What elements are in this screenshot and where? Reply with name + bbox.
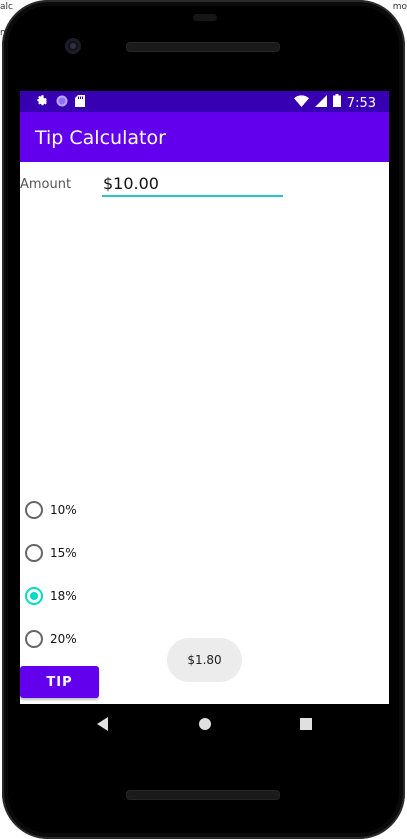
earpiece-slot — [193, 14, 217, 21]
app-bar: Tip Calculator — [20, 112, 389, 162]
tip-option-15[interactable]: 15% — [25, 543, 77, 563]
home-icon[interactable] — [198, 717, 212, 736]
top-speaker-grille — [126, 42, 280, 52]
tip-button-label: TIP — [46, 674, 73, 690]
amount-input[interactable]: $10.00 — [102, 171, 283, 197]
status-icons-left — [36, 94, 85, 112]
battery-icon — [332, 94, 341, 112]
back-icon[interactable] — [97, 717, 109, 736]
toast-text: $1.80 — [187, 653, 222, 667]
radio-button[interactable] — [25, 501, 43, 519]
background-text-fragment: alc — [0, 2, 13, 12]
amount-label: Amount — [20, 177, 72, 192]
app-title: Tip Calculator — [35, 127, 166, 149]
wifi-icon — [293, 94, 309, 112]
tip-option-label: 18% — [50, 589, 77, 603]
app-screen: 7:53 Tip Calculator Amount $10.00 10% 15… — [20, 91, 389, 704]
tip-option-20[interactable]: 20% — [25, 629, 77, 649]
tip-option-label: 20% — [50, 632, 77, 646]
circle-icon — [56, 94, 68, 112]
radio-button[interactable] — [25, 544, 43, 562]
tip-result-toast: $1.80 — [167, 638, 242, 682]
overview-icon[interactable] — [300, 717, 312, 735]
tip-option-10[interactable]: 10% — [25, 500, 77, 520]
bottom-speaker-grille — [126, 790, 280, 800]
background-text-fragment: mo — [392, 2, 407, 12]
signal-icon — [314, 94, 327, 112]
tip-option-18[interactable]: 18% — [25, 586, 77, 606]
status-time: 7:53 — [346, 95, 376, 111]
radio-button-selected[interactable] — [25, 587, 43, 605]
tip-option-label: 15% — [50, 546, 77, 560]
status-bar: 7:53 — [20, 91, 389, 112]
sd-card-icon — [75, 94, 85, 112]
amount-value: $10.00 — [103, 174, 159, 193]
gear-icon — [36, 94, 49, 112]
tip-option-label: 10% — [50, 503, 77, 517]
status-icons-right: 7:53 — [293, 94, 376, 112]
radio-button[interactable] — [25, 630, 43, 648]
front-camera — [65, 38, 81, 54]
tip-button[interactable]: TIP — [20, 666, 99, 698]
system-nav-bar — [20, 704, 389, 746]
